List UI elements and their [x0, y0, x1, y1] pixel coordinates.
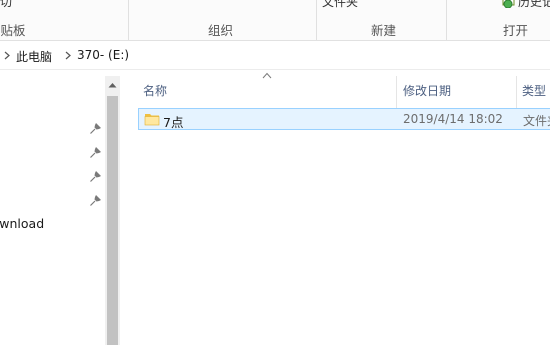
pin-icon[interactable] — [90, 171, 101, 182]
address-bar[interactable]: 此电脑 370- (E:) — [0, 41, 550, 70]
table-row[interactable]: 7点 2019/4/14 18:02 文件夹 — [138, 108, 550, 130]
navigation-pane: Download — [0, 70, 122, 345]
new-group-label: 新建 — [371, 23, 397, 38]
file-modified-date: 2019/4/14 18:02 — [403, 112, 503, 126]
breadcrumb-drive[interactable]: 370- (E:) — [77, 48, 129, 62]
new-folder-button-label[interactable]: 文件夹 — [322, 0, 358, 10]
file-name[interactable]: 7点 — [163, 112, 183, 131]
nav-item-download[interactable]: Download — [0, 216, 44, 231]
file-list: 名称 修改日期 类型 7点 2019/4/14 18:02 文件夹 — [122, 70, 550, 345]
scroll-thumb[interactable] — [107, 96, 118, 345]
column-header-modified[interactable]: 修改日期 — [403, 82, 451, 99]
column-divider[interactable] — [396, 76, 397, 108]
cut-button-label[interactable]: 剪切 — [0, 0, 12, 10]
breadcrumb-this-pc[interactable]: 此电脑 — [16, 48, 52, 65]
chevron-right-icon[interactable] — [65, 51, 71, 60]
pin-icon[interactable] — [90, 123, 101, 134]
organize-group-label: 组织 — [208, 23, 234, 38]
chevron-up-icon — [108, 83, 117, 88]
file-type: 文件夹 — [523, 114, 550, 128]
sort-ascending-icon — [262, 72, 272, 79]
clipboard-group-label: 剪贴板 — [0, 23, 26, 38]
ribbon: 剪切 文件夹 历史记 剪贴板 组织 新建 打开 — [0, 0, 550, 41]
column-header-type[interactable]: 类型 — [522, 82, 546, 99]
open-group-label: 打开 — [503, 23, 529, 38]
pin-icon[interactable] — [90, 195, 101, 206]
folder-icon — [144, 114, 160, 126]
ribbon-divider — [446, 0, 447, 40]
ribbon-divider — [316, 0, 317, 40]
scroll-up-button[interactable] — [105, 76, 120, 94]
pin-icon[interactable] — [90, 147, 101, 158]
ribbon-divider — [128, 0, 129, 40]
column-header-name[interactable]: 名称 — [143, 82, 167, 99]
chevron-right-icon[interactable] — [4, 51, 10, 60]
column-divider[interactable] — [516, 76, 517, 108]
history-button-label[interactable]: 历史记 — [518, 0, 550, 10]
history-icon[interactable] — [502, 0, 516, 8]
